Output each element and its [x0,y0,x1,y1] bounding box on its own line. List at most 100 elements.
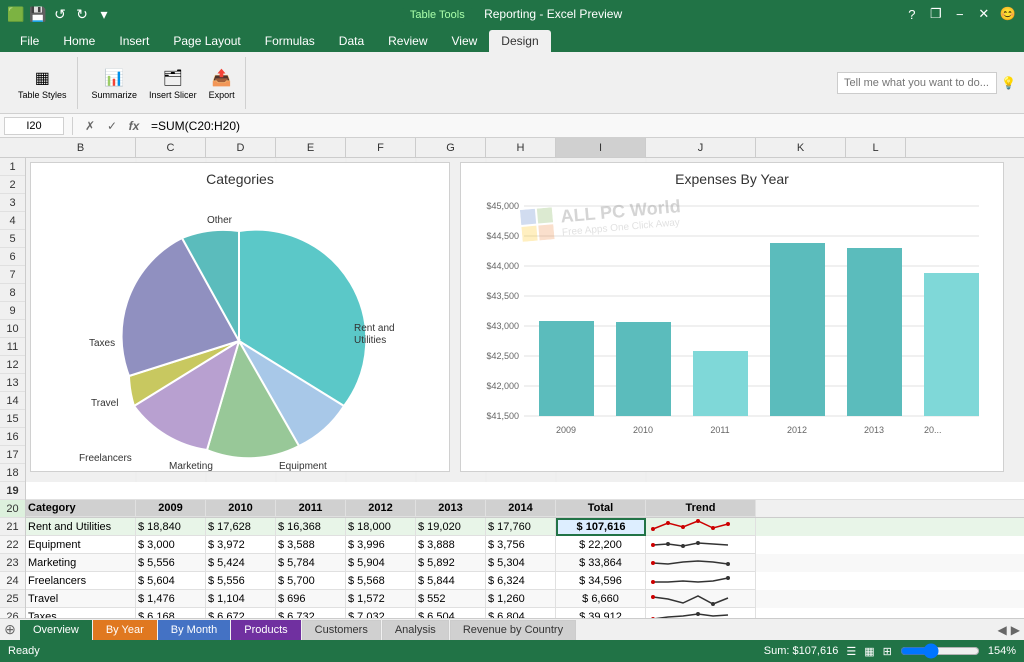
val-rent-2010: $ 17,628 [206,518,276,536]
view-normal-icon[interactable]: ☰ [846,645,856,658]
val-mkt-2010: $ 5,424 [206,554,276,572]
row-3: 3 [0,194,25,212]
zoom-slider[interactable] [900,643,980,659]
header-2012: 2012 [346,500,416,517]
table-row-equipment[interactable]: Equipment $ 3,000 $ 3,972 $ 3,588 $ 3,99… [26,536,1024,554]
row-headers: 1 2 3 4 5 6 7 8 9 10 11 12 13 14 15 16 1… [0,158,26,618]
table-style-icon: ▦ [30,66,54,90]
bar-chart-container: ALL PC World Free Apps One Click Away Ex… [460,162,1004,472]
tab-file[interactable]: File [8,30,51,52]
tab-insert[interactable]: Insert [107,30,161,52]
table-row-travel[interactable]: Travel $ 1,476 $ 1,104 $ 696 $ 1,572 $ 5… [26,590,1024,608]
fx-icon[interactable]: fx [125,117,143,135]
sheet-tab-customers[interactable]: Customers [302,620,381,640]
ribbon-group-tools: 📊 Summarize 🗂 Insert Slicer 📤 Export [82,57,246,109]
bar-2010 [616,322,671,416]
sum-display: Sum: $107,616 [764,645,839,657]
help-icon[interactable]: ? [904,6,920,22]
row-26: 26 [0,608,25,618]
insert-slicer-btn[interactable]: 🗂 Insert Slicer [145,64,201,102]
window-controls: ? ❐ − ✕ 😊 [904,6,1016,22]
sheet-tab-overview[interactable]: Overview [20,620,92,640]
search-lightbulb-icon: 💡 [1001,76,1016,90]
restore-icon[interactable]: ❐ [928,6,944,22]
spreadsheet-area: B C D E F G H I J K L 1 2 3 4 5 6 7 8 9 … [0,138,1024,618]
pie-chart-title: Categories [39,171,441,187]
cat-rent: Rent and Utilities [26,518,136,536]
sheet-body: 1 2 3 4 5 6 7 8 9 10 11 12 13 14 15 16 1… [0,158,1024,618]
val-tr-2009: $ 1,476 [136,590,206,608]
cell-reference-box[interactable] [4,117,64,135]
val-fr-total: $ 34,596 [556,572,646,590]
bar-2012 [770,243,825,416]
val-tx-2010: $ 6,672 [206,608,276,618]
scroll-left-icon[interactable]: ◀ [998,623,1007,637]
row-24: 24 [0,572,25,590]
tab-data[interactable]: Data [327,30,376,52]
customize-icon[interactable]: ▾ [96,6,112,22]
svg-text:2009: 2009 [556,425,576,435]
val-rent-2014: $ 17,760 [486,518,556,536]
svg-text:Utilities: Utilities [354,335,386,346]
val-eq-total: $ 22,200 [556,536,646,554]
sheet-tab-byyear[interactable]: By Year [93,620,157,640]
export-btn[interactable]: 📤 Export [205,64,239,102]
tab-design[interactable]: Design [489,30,550,52]
val-eq-2010: $ 3,972 [206,536,276,554]
ribbon-search[interactable] [837,72,997,94]
formula-input[interactable] [147,119,1020,133]
sheet-tab-products[interactable]: Products [231,620,300,640]
title-bar: 🟩 💾 ↺ ↻ ▾ Table Tools Reporting - Excel … [0,0,1024,28]
header-2011: 2011 [276,500,346,517]
val-tr-2011: $ 696 [276,590,346,608]
table-style-btn[interactable]: ▦ Table Styles [14,64,71,102]
ribbon-content: ▦ Table Styles 📊 Summarize 🗂 Insert Slic… [0,52,1024,114]
table-row-freelancers[interactable]: Freelancers $ 5,604 $ 5,556 $ 5,700 $ 5,… [26,572,1024,590]
cancel-formula-icon[interactable]: ✗ [81,117,99,135]
val-rent-2011: $ 16,368 [276,518,346,536]
svg-text:$45,000: $45,000 [486,201,519,211]
val-tr-2014: $ 1,260 [486,590,556,608]
table-row-marketing[interactable]: Marketing $ 5,556 $ 5,424 $ 5,784 $ 5,90… [26,554,1024,572]
undo-icon[interactable]: ↺ [52,6,68,22]
add-sheet-button[interactable]: ⊕ [0,620,20,640]
val-fr-2012: $ 5,568 [346,572,416,590]
tab-view[interactable]: View [440,30,490,52]
tab-home[interactable]: Home [51,30,107,52]
col-header-h: H [486,138,556,157]
close-icon[interactable]: ✕ [976,6,992,22]
bar-2013 [847,248,902,416]
header-2009: 2009 [136,500,206,517]
col-header-l: L [846,138,906,157]
ribbon-tab-bar: File Home Insert Page Layout Formulas Da… [0,28,1024,52]
row-9: 9 [0,302,25,320]
save-icon[interactable]: 💾 [30,6,46,22]
val-rent-2012: $ 18,000 [346,518,416,536]
col-header-j: J [646,138,756,157]
val-rent-total[interactable]: $ 107,616 [556,518,646,536]
minimize-icon[interactable]: − [952,6,968,22]
row-1: 1 [0,158,25,176]
table-row-taxes[interactable]: Taxes $ 6,168 $ 6,672 $ 6,732 $ 7,032 $ … [26,608,1024,618]
formula-bar: ✗ ✓ fx [0,114,1024,138]
confirm-formula-icon[interactable]: ✓ [103,117,121,135]
view-page-break-icon[interactable]: ⊞ [883,645,892,658]
cat-travel: Travel [26,590,136,608]
redo-icon[interactable]: ↻ [74,6,90,22]
row-18-cells [26,482,1024,500]
scroll-right-icon[interactable]: ▶ [1011,623,1020,637]
view-layout-icon[interactable]: ▦ [864,645,874,658]
sheet-tabs-bar: ⊕ Overview By Year By Month Products Cus… [0,618,1024,640]
status-right: Sum: $107,616 ☰ ▦ ⊞ 154% [764,643,1016,659]
sheet-tab-analysis[interactable]: Analysis [382,620,449,640]
row-12: 12 [0,356,25,374]
tab-review[interactable]: Review [376,30,439,52]
summarize-btn[interactable]: 📊 Summarize [88,64,142,102]
sheet-tab-revenue[interactable]: Revenue by Country [450,620,576,640]
row-6: 6 [0,248,25,266]
tab-page-layout[interactable]: Page Layout [161,30,252,52]
sheet-tab-bymonth[interactable]: By Month [158,620,230,640]
table-row-rent[interactable]: Rent and Utilities $ 18,840 $ 17,628 $ 1… [26,518,1024,536]
row-14: 14 [0,392,25,410]
tab-formulas[interactable]: Formulas [253,30,327,52]
